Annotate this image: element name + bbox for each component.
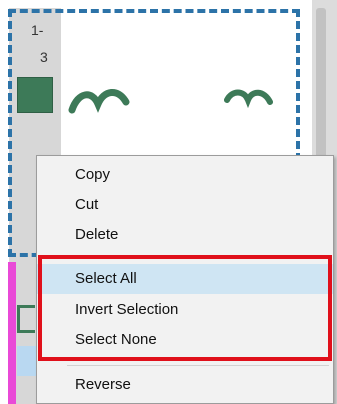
clip-handle[interactable] <box>17 305 35 333</box>
menu-item-cut[interactable]: Cut <box>37 190 333 220</box>
annotation-highlight-box <box>38 255 332 361</box>
menu-item-copy[interactable]: Copy <box>37 160 333 190</box>
menu-item-delete[interactable]: Delete <box>37 220 333 250</box>
menu-separator-2 <box>67 365 329 366</box>
editor-canvas: 1- 3 Copy Cut Delete Select All Invert S… <box>0 0 337 404</box>
clip-marker <box>8 262 16 404</box>
clip-band <box>17 346 37 376</box>
waveform <box>68 89 273 114</box>
menu-item-reverse[interactable]: Reverse <box>37 370 333 400</box>
